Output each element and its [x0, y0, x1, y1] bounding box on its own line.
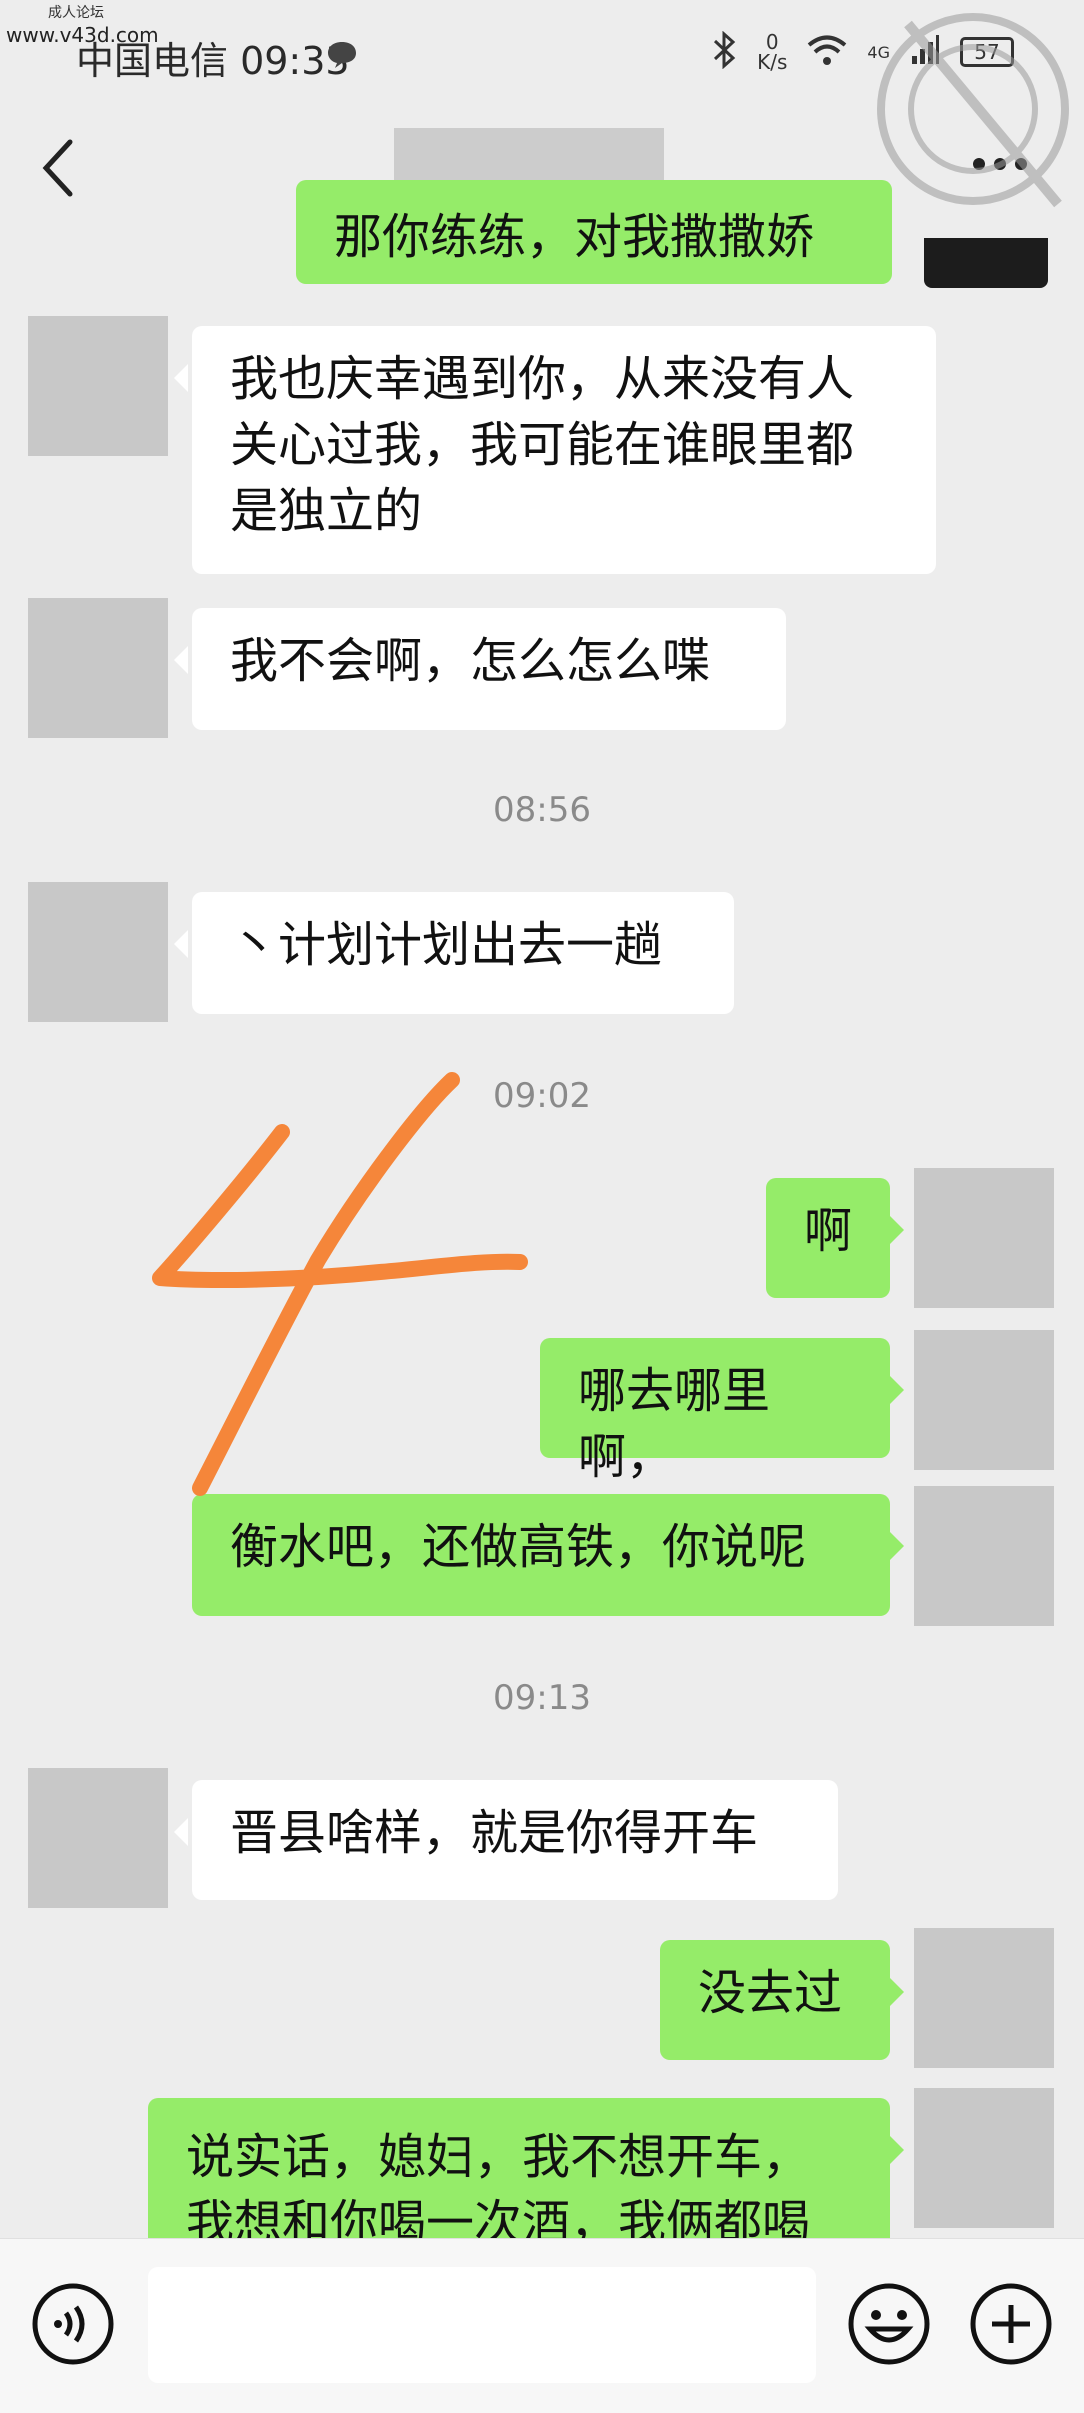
avatar[interactable] [28, 598, 168, 738]
bluetooth-icon [711, 30, 737, 73]
net-speed-unit: K/s [757, 50, 788, 74]
emoji-button-icon[interactable] [846, 2281, 932, 2371]
avatar[interactable] [914, 1330, 1054, 1470]
voice-input-button[interactable] [30, 2281, 116, 2371]
message-bubble[interactable]: 那你练练，对我撒撒娇 [296, 180, 892, 284]
timestamp: 09:13 [493, 1678, 591, 1718]
carrier-time: 中国电信 09:33 [76, 39, 350, 83]
net-speed: 0 K/s [757, 32, 787, 72]
sent-image-thumbnail[interactable] [924, 238, 1048, 288]
input-bar [0, 2238, 1084, 2413]
avatar[interactable] [914, 1168, 1054, 1308]
message-bubble[interactable]: 晋县啥样，就是你得开车 [174, 1780, 838, 1900]
watermark-small-text: 成人论坛 [48, 5, 104, 21]
avatar[interactable] [28, 882, 168, 1022]
message-bubble[interactable]: 哪去哪里啊， [540, 1338, 904, 1485]
message-bubble[interactable]: 我也庆幸遇到你，从来没有人关心过我，我可能在谁眼里都是独立的 [174, 326, 936, 574]
message-bubble[interactable]: 我不会啊，怎么怎么喋 [174, 608, 786, 730]
message-bubble[interactable]: 衡水吧，还做高铁，你说呢 [192, 1494, 904, 1616]
timestamp: 08:56 [493, 790, 591, 830]
timestamp: 09:02 [493, 1076, 591, 1116]
avatar[interactable] [28, 316, 168, 456]
plus-button-icon[interactable] [968, 2281, 1054, 2371]
avatar[interactable] [914, 2088, 1054, 2228]
message-bubble[interactable]: 说实话，媳妇，我不想开车，我想和你喝一次酒，我俩都喝 [148, 2098, 904, 2238]
back-arrow-icon[interactable] [40, 138, 76, 202]
net-speed-value: 0 [765, 30, 779, 54]
message-bubble[interactable]: 啊 [766, 1178, 904, 1298]
message-row: 说实话，媳妇，我不想开车，我想和你喝一次酒，我俩都喝 [0, 2088, 1084, 2238]
site-watermark-stamp [877, 13, 1069, 208]
message-bubble[interactable]: 没去过 [660, 1940, 904, 2060]
avatar[interactable] [28, 1768, 168, 1908]
wifi-icon [807, 34, 847, 70]
avatar[interactable] [914, 1928, 1054, 2068]
message-input[interactable] [148, 2267, 816, 2383]
message-bubble[interactable]: 丶计划计划出去一趟 [174, 892, 734, 1014]
avatar[interactable] [914, 1486, 1054, 1626]
chat-notification-icon [326, 40, 358, 74]
